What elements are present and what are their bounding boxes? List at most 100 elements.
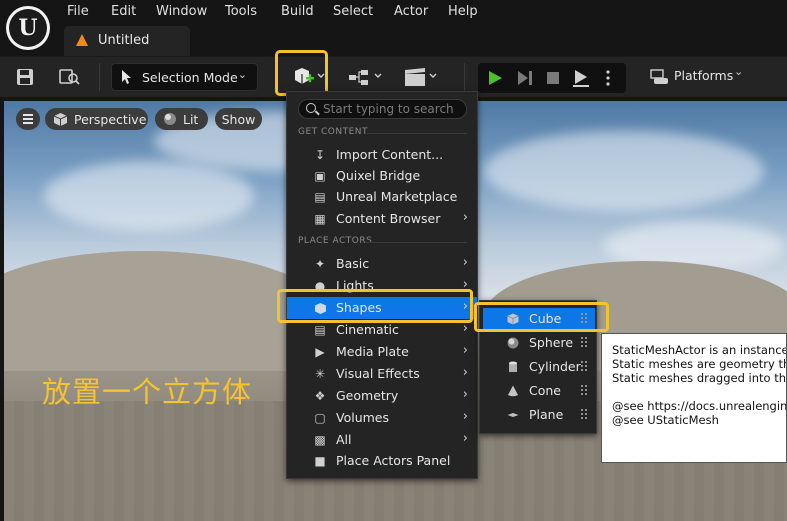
selection-mode-label: Selection Mode [142,70,238,85]
menu-item-all[interactable]: ▩ All › [287,429,477,451]
cinematics-button[interactable] [401,65,441,89]
blueprint-icon [349,70,382,85]
perspective-button[interactable]: Perspective [45,108,148,130]
place-actors-panel-icon: ■ [314,454,326,468]
drag-handle-icon[interactable] [580,360,587,372]
menu-item-content-browser[interactable]: ▦ Content Browser › [287,208,477,230]
chevron-down-icon: ⌄ [237,68,247,81]
selection-mode-dropdown[interactable]: Selection Mode ⌄ [111,63,258,91]
marketplace-icon: ▤ [314,190,326,204]
chevron-right-icon: › [462,210,468,225]
chevron-down-icon: ⌄ [734,65,744,78]
play-controls [478,63,626,93]
menu-item-label: Place Actors Panel [336,453,451,468]
save-icon[interactable] [15,67,35,87]
platforms-icon [650,69,668,84]
toolbar-divider [464,63,465,91]
cylinder-icon [509,361,517,372]
shape-item-label: Cone [529,383,561,398]
menu-build[interactable]: Build [281,4,314,20]
shape-item-label: Plane [529,407,564,422]
tooltip-line: @see https://docs.unrealengine. [612,399,787,413]
shape-item-plane[interactable]: Plane [483,404,595,426]
chevron-right-icon: › [462,409,468,424]
menu-bar: U File Edit Window Tools Build Select Ac… [0,0,787,56]
shape-item-sphere[interactable]: Sphere [483,332,595,354]
play-icon[interactable] [484,67,506,89]
menu-help[interactable]: Help [448,4,478,20]
cone-icon [508,385,518,397]
add-button-highlight [275,50,328,96]
import-icon: ↧ [314,148,326,162]
document-tab[interactable]: Untitled [64,26,190,56]
menu-search-box[interactable] [298,99,467,119]
shapes-highlight [277,289,473,323]
lit-mode-button[interactable]: Lit [155,108,208,130]
drag-handle-icon[interactable] [580,384,587,396]
menu-item-quixel-bridge[interactable]: ▣ Quixel Bridge [287,165,477,187]
media-plate-icon: ▶ [315,345,325,359]
eject-icon[interactable] [570,67,592,89]
section-header-place-actors: PLACE ACTORS [298,236,373,246]
stop-icon[interactable] [542,67,564,89]
content-browser-icon: ▦ [314,212,326,226]
clapperboard-icon [405,68,437,86]
geometry-icon: ❖ [314,389,326,403]
shape-item-cone[interactable]: Cone [483,380,595,402]
section-divider [367,242,467,243]
menu-file[interactable]: File [67,4,89,20]
chevron-right-icon: › [462,321,468,336]
perspective-label: Perspective [74,111,147,127]
show-label: Show [221,111,256,127]
unreal-logo-icon[interactable]: U [6,6,50,50]
tooltip-line: Static meshes dragged into the le [612,371,787,385]
blueprint-button[interactable] [346,65,386,89]
menu-tools[interactable]: Tools [225,4,257,20]
section-divider [367,133,467,134]
menu-edit[interactable]: Edit [111,4,136,20]
menu-item-label: Unreal Marketplace [336,189,458,204]
lit-sphere-icon [164,113,176,125]
shape-item-cylinder[interactable]: Cylinder [483,356,595,378]
menu-item-visual-effects[interactable]: ✳ Visual Effects › [287,363,477,385]
visual-effects-icon: ✳ [314,367,326,381]
menu-item-label: Volumes [336,410,390,425]
menu-actor[interactable]: Actor [394,4,428,20]
menu-item-unreal-marketplace[interactable]: ▤ Unreal Marketplace [287,186,477,208]
step-icon[interactable] [514,67,536,89]
drag-handle-icon[interactable] [580,336,587,348]
show-button[interactable]: Show [215,108,262,130]
tooltip-line: StaticMeshActor is an instance o [612,343,787,357]
menu-item-place-actors-panel[interactable]: ■ Place Actors Panel [287,450,477,472]
menu-item-volumes[interactable]: ▢ Volumes › [287,407,477,429]
menu-item-media-plate[interactable]: ▶ Media Plate › [287,341,477,363]
basic-icon: ✦ [314,257,326,271]
cube-highlight [474,302,609,332]
section-header-get-content: GET CONTENT [298,127,369,137]
viewport-options-button[interactable] [16,108,40,130]
chevron-right-icon: › [462,431,468,446]
menu-item-basic[interactable]: ✦ Basic › [287,253,477,275]
menu-window[interactable]: Window [156,4,207,20]
menu-item-geometry[interactable]: ❖ Geometry › [287,385,477,407]
drag-handle-icon[interactable] [580,408,587,420]
menu-search-input[interactable] [323,101,463,117]
menu-item-label: Quixel Bridge [336,168,421,183]
menu-item-label: Content Browser [336,211,441,226]
chevron-right-icon: › [462,255,468,270]
menu-item-import-content[interactable]: ↧ Import Content... [287,144,477,166]
sky-cloud [484,131,764,211]
menu-select[interactable]: Select [333,4,373,20]
browse-level-icon[interactable] [58,67,82,87]
cursor-icon [122,70,131,84]
menu-item-label: Media Plate [336,344,409,359]
menu-item-label: Cinematic [336,322,399,337]
more-options-icon[interactable] [600,67,616,89]
tooltip-line: Static meshes are geometry that [612,357,787,371]
all-icon: ▩ [314,433,326,447]
document-tab-label: Untitled [98,33,150,48]
menu-item-label: Import Content... [336,147,444,162]
chevron-right-icon: › [462,365,468,380]
add-content-menu: GET CONTENT ↧ Import Content... ▣ Quixel… [286,91,478,479]
lit-label: Lit [183,111,199,127]
